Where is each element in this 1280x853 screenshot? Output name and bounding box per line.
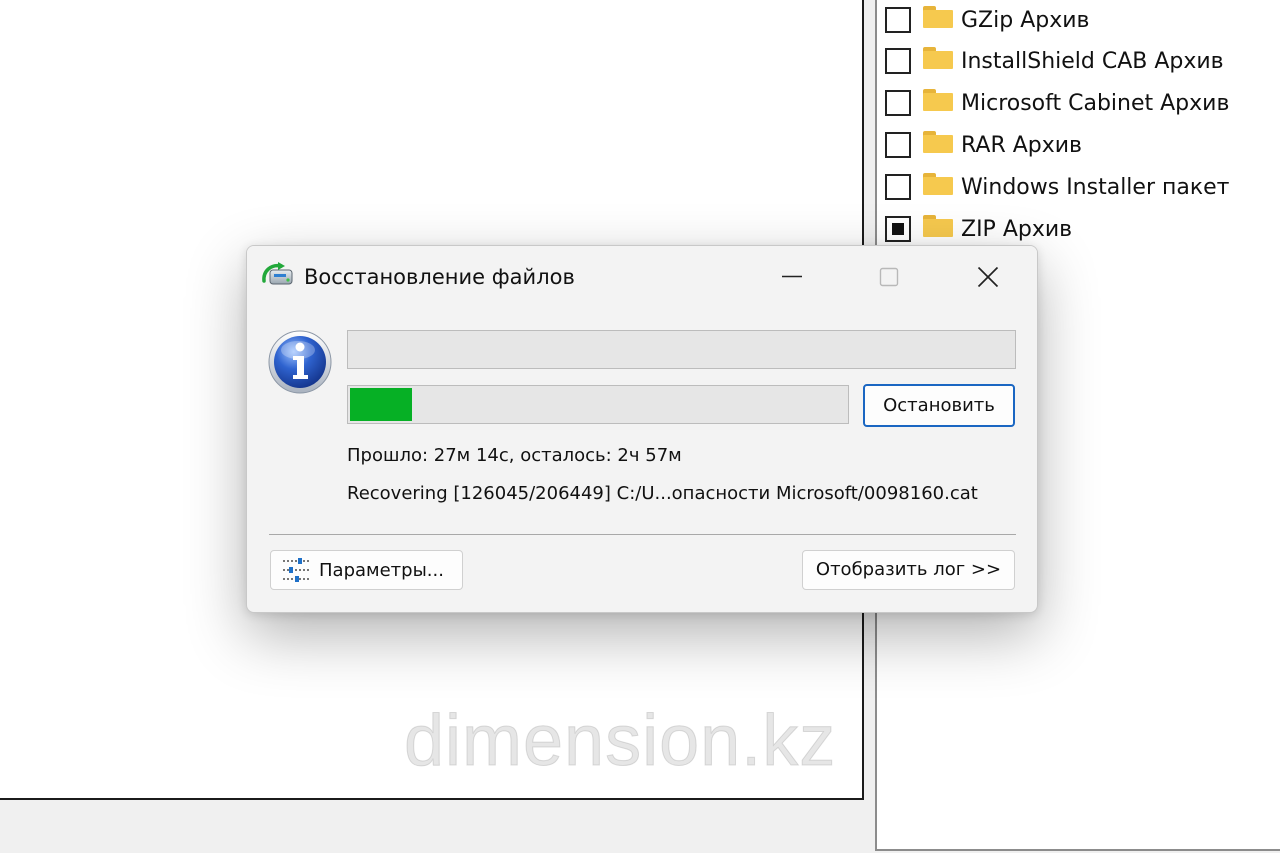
dialog-title: Восстановление файлов	[304, 265, 575, 289]
settings-sliders-icon	[283, 558, 309, 582]
minimize-icon	[782, 275, 802, 278]
recovery-dialog: Восстановление файлов Остановить Прошло:…	[246, 245, 1038, 613]
file-type-item-gzip[interactable]: GZip Архив	[885, 0, 1230, 40]
folder-icon	[923, 6, 953, 28]
file-type-item-installshield[interactable]: InstallShield CAB Архив	[885, 40, 1230, 82]
parameters-label: Параметры...	[319, 559, 444, 581]
stop-button[interactable]: Остановить	[863, 384, 1015, 427]
file-type-label: ZIP Архив	[961, 216, 1073, 242]
file-type-list: GZip Архив InstallShield CAB Архив Micro…	[885, 0, 1230, 250]
folder-icon	[923, 89, 953, 111]
checkbox[interactable]	[885, 48, 911, 74]
elapsed-remaining-text: Прошло: 27м 14с, осталось: 2ч 57м	[347, 445, 682, 466]
checkbox[interactable]	[885, 90, 911, 116]
show-log-button[interactable]: Отобразить лог >>	[802, 550, 1015, 590]
total-progress-fill	[350, 388, 413, 421]
file-type-label: Windows Installer пакет	[961, 174, 1230, 200]
divider	[269, 534, 1016, 535]
file-type-item-msi[interactable]: Windows Installer пакет	[885, 166, 1230, 208]
folder-icon	[923, 131, 953, 153]
minimize-button[interactable]	[772, 260, 812, 294]
file-type-label: Microsoft Cabinet Архив	[961, 90, 1230, 116]
watermark: dimension.kz	[403, 701, 837, 782]
checkbox[interactable]	[885, 216, 911, 242]
parameters-button[interactable]: Параметры...	[270, 550, 463, 590]
folder-icon	[923, 47, 953, 69]
file-type-item-cabinet[interactable]: Microsoft Cabinet Архив	[885, 82, 1230, 124]
total-progress-bar	[347, 385, 849, 424]
info-icon	[268, 330, 332, 394]
file-progress-bar	[347, 330, 1016, 369]
checkbox[interactable]	[885, 174, 911, 200]
checkbox[interactable]	[885, 7, 911, 33]
recovery-app-icon	[261, 261, 295, 291]
maximize-button	[869, 260, 909, 294]
file-type-item-zip[interactable]: ZIP Архив	[885, 208, 1230, 250]
folder-icon	[923, 215, 953, 237]
checkbox[interactable]	[885, 132, 911, 158]
file-type-label: RAR Архив	[961, 132, 1083, 158]
recovering-file-text: Recovering [126045/206449] C:/U...опасно…	[347, 483, 978, 504]
close-icon	[977, 267, 999, 287]
folder-icon	[923, 173, 953, 195]
close-button[interactable]	[968, 260, 1008, 294]
dialog-titlebar[interactable]: Восстановление файлов	[247, 246, 1037, 308]
file-type-item-rar[interactable]: RAR Архив	[885, 124, 1230, 166]
file-type-label: InstallShield CAB Архив	[961, 48, 1224, 74]
maximize-icon	[879, 267, 899, 287]
file-type-label: GZip Архив	[961, 7, 1090, 33]
